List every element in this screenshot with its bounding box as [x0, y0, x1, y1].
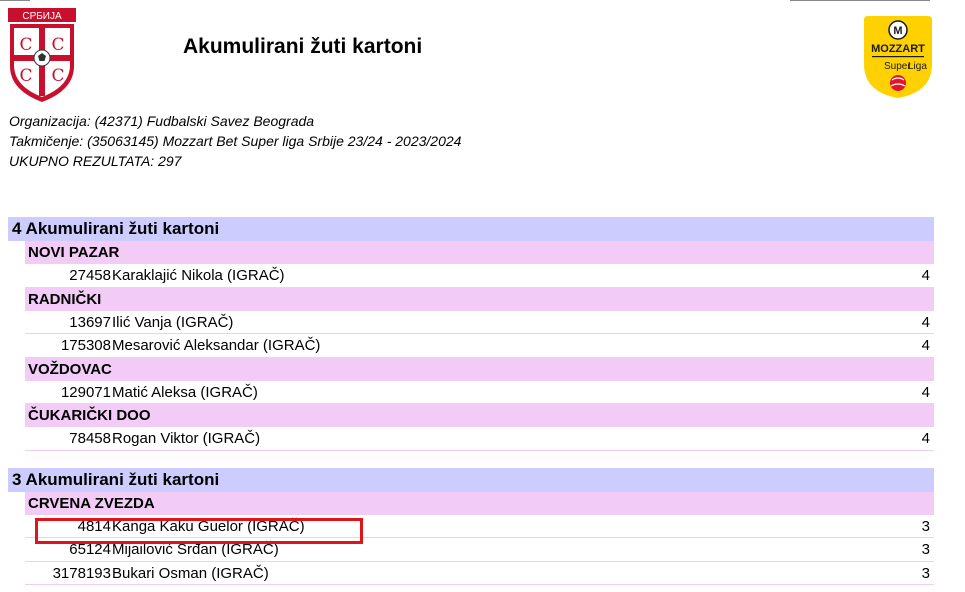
group-header: 4 Akumulirani žuti kartoni	[8, 217, 934, 241]
player-name: Ilić Vanja (IGRAČ)	[112, 313, 234, 331]
player-id: 3178193	[52, 564, 111, 582]
player-id: 4814	[77, 517, 111, 535]
card-count: 4	[921, 430, 930, 447]
svg-text:С: С	[51, 66, 64, 86]
group-header: 3 Akumulirani žuti kartoni	[8, 467, 934, 492]
player-row: 27458 Karaklajić Nikola (IGRAČ) 4	[25, 264, 934, 288]
meta-competition: Takmičenje: (35063145) Mozzart Bet Super…	[9, 133, 462, 149]
player-id: 78458	[69, 430, 111, 447]
club-header-novi-pazar: NOVI PAZAR	[25, 241, 934, 264]
player-row: 129071 Matić Aleksa (IGRAČ) 4	[25, 381, 934, 404]
logo-text-mozzart: MOZZART	[871, 43, 925, 55]
card-count: 4	[921, 383, 930, 401]
svg-text:С: С	[51, 35, 64, 55]
club-header-cukaricki: ČUKARIČKI DOO	[25, 404, 934, 427]
top-border-left	[0, 0, 30, 1]
card-count: 3	[921, 517, 930, 535]
player-row: 78458 Rogan Viktor (IGRAČ) 4	[25, 427, 934, 451]
card-count: 4	[921, 267, 930, 284]
top-border-right	[790, 0, 930, 1]
player-name: Mesarović Aleksandar (IGRAČ)	[112, 337, 321, 354]
svg-text:M: M	[893, 25, 902, 37]
card-count: 3	[921, 541, 930, 558]
svg-text:С: С	[19, 35, 32, 55]
card-count: 4	[921, 337, 930, 354]
card-count: 4	[921, 313, 930, 331]
meta-organization: Organizacija: (42371) Fudbalski Savez Be…	[9, 113, 315, 129]
player-id: 65124	[69, 541, 111, 558]
player-id: 129071	[60, 383, 111, 401]
top-border	[0, 0, 965, 3]
player-name: Bukari Osman (IGRAČ)	[112, 564, 269, 582]
player-row: 13697 Ilić Vanja (IGRAČ) 4	[25, 311, 934, 334]
page-title: Akumulirani žuti kartoni	[183, 35, 423, 58]
club-header-radnicki: RADNIČKI	[25, 287, 934, 311]
fss-crest-logo: СРБИЈА С С С С	[8, 8, 76, 102]
club-header-vozdovac: VOŽDOVAC	[25, 357, 934, 381]
player-row: 65124 Mijailović Srđan (IGRAČ) 3	[25, 538, 934, 562]
crest-text: СРБИЈА	[22, 11, 62, 22]
meta-total: UKUPNO REZULTATA: 297	[9, 153, 182, 169]
report-body: 4 Akumulirani žuti kartoni NOVI PAZAR 27…	[8, 217, 934, 585]
card-count: 3	[921, 564, 930, 582]
player-id: 27458	[69, 267, 111, 284]
player-row: 4814 Kanga Kaku Guelor (IGRAČ) 3	[25, 515, 934, 538]
player-id: 13697	[69, 313, 111, 331]
player-name: Rogan Viktor (IGRAČ)	[112, 430, 261, 447]
mozzart-superliga-logo: M MOZZART Super Liga	[864, 16, 932, 98]
logo-text-liga: Liga	[908, 61, 927, 72]
player-name: Matić Aleksa (IGRAČ)	[112, 383, 258, 401]
player-id: 175308	[60, 337, 111, 354]
player-row: 3178193 Bukari Osman (IGRAČ) 3	[25, 562, 934, 585]
player-row: 175308 Mesarović Aleksandar (IGRAČ) 4	[25, 334, 934, 358]
player-name: Karaklajić Nikola (IGRAČ)	[112, 267, 285, 284]
player-name: Kanga Kaku Guelor (IGRAČ)	[112, 517, 305, 535]
player-name: Mijailović Srđan (IGRAČ)	[112, 541, 279, 558]
club-header-crvena-zvezda: CRVENA ZVEZDA	[25, 491, 934, 515]
svg-text:С: С	[19, 66, 32, 86]
